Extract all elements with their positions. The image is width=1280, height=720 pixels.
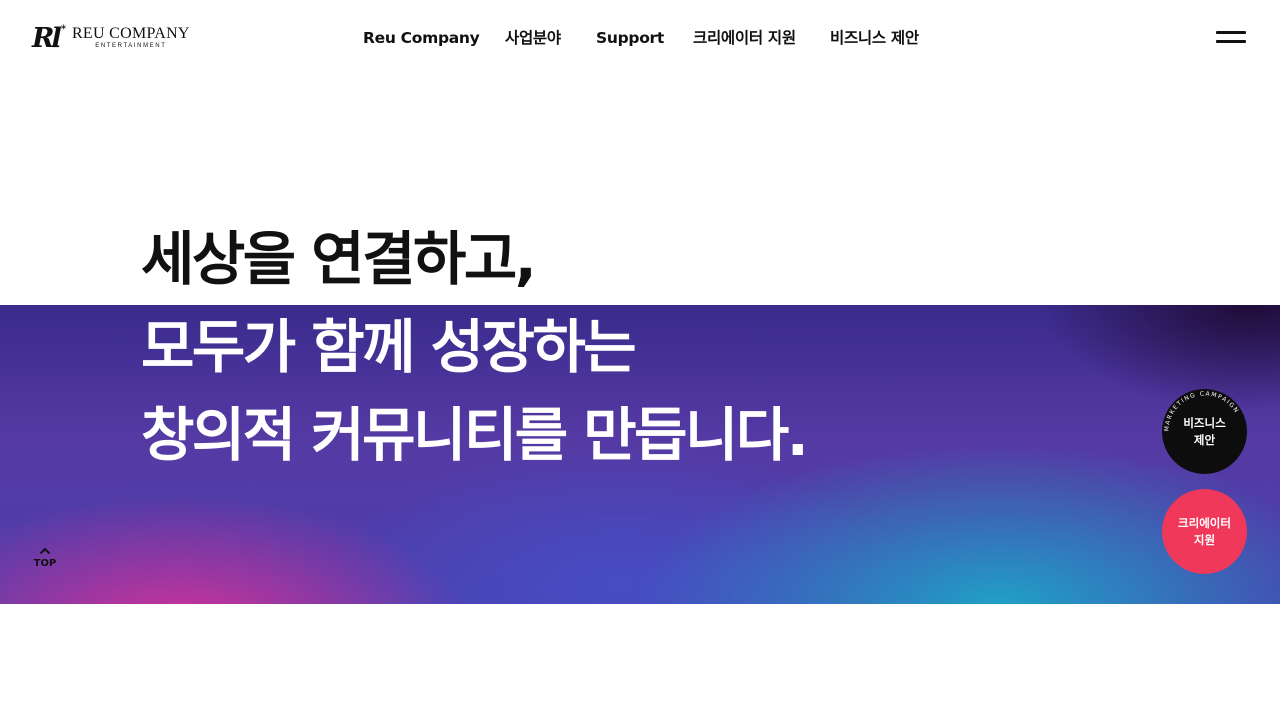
logo-text: REU COMPANY ENTERTAINMENT	[72, 26, 190, 50]
scroll-top-label: TOP	[33, 558, 57, 569]
nav-item-reu-company[interactable]: Reu Company	[363, 27, 480, 49]
business-proposal-button[interactable]: MARKETING CAMPAIGN 비즈니스 제안	[1162, 389, 1247, 474]
brand-logo[interactable]: Rl * REU COMPANY ENTERTAINMENT	[32, 22, 190, 54]
scroll-top-button[interactable]: TOP	[26, 545, 64, 575]
hero-line-2: 모두가 함께 성장하는	[141, 313, 637, 381]
hero-line-3: 창의적 커뮤니티를 만듭니다.	[141, 401, 809, 469]
creator-support-label: 크리에이터 지원	[1175, 515, 1235, 549]
hero-headline: 세상을 연결하고, 모두가 함께 성장하는 창의적 커뮤니티를 만듭니다.	[141, 215, 809, 479]
menu-bar	[1216, 40, 1246, 43]
nav-item-business[interactable]: 사업분야	[505, 27, 561, 49]
hamburger-menu-icon[interactable]	[1214, 28, 1248, 48]
ring-text: MARKETING CAMPAIGN	[1163, 390, 1240, 431]
ring-text-path: MARKETING CAMPAIGN	[1163, 390, 1238, 431]
logo-monogram: Rl	[32, 22, 62, 54]
menu-bar	[1216, 31, 1246, 34]
logo-subtitle: ENTERTAINMENT	[95, 43, 167, 49]
logo-star: *	[60, 23, 67, 35]
marketing-campaign-ring: MARKETING CAMPAIGN	[1163, 390, 1240, 431]
hero-line-1: 세상을 연결하고,	[141, 225, 537, 293]
nav-item-creator-support[interactable]: 크리에이터 지원	[693, 27, 796, 49]
creator-support-button[interactable]: 크리에이터 지원	[1162, 489, 1247, 574]
nav-item-support[interactable]: Support	[596, 27, 664, 49]
creator-label-line-2: 지원	[1193, 532, 1216, 547]
chevron-up-icon	[26, 545, 64, 557]
logo-mark: Rl *	[32, 22, 67, 54]
logo-name: REU COMPANY	[71, 25, 190, 42]
creator-label-line-1: 크리에이터	[1178, 515, 1231, 530]
site-header: Rl * REU COMPANY ENTERTAINMENT Reu Compan…	[0, 0, 1280, 76]
nav-item-business-proposal[interactable]: 비즈니스 제안	[830, 27, 919, 49]
